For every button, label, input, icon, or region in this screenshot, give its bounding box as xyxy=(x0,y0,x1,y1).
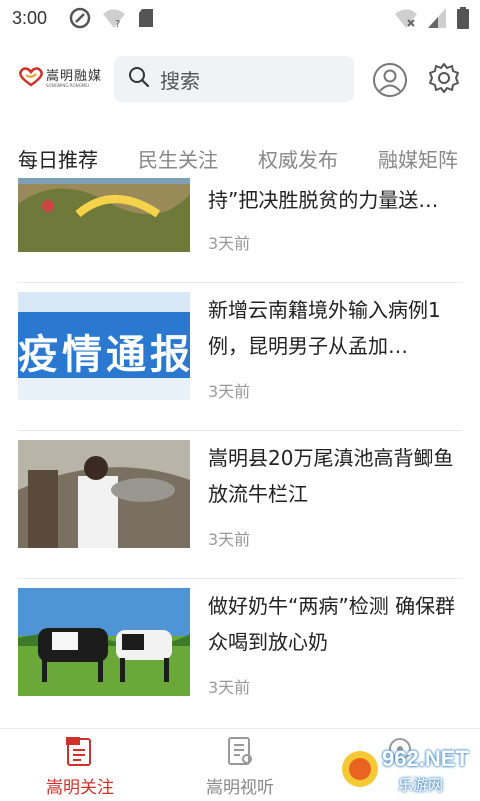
newspaper-icon xyxy=(64,735,96,771)
status-bar: 3:00 ? xyxy=(0,0,480,36)
news-list: 持”把决胜脱贫的力量送… 3天前 疫情通报 新增云南籍境外输入病例1例，昆明男子… xyxy=(0,178,480,726)
category-tabs: 每日推荐 民生关注 权威发布 融媒矩阵 xyxy=(0,138,480,178)
watermark-text: 962.NET xyxy=(382,746,469,771)
news-thumbnail xyxy=(18,178,190,252)
nav-label: 嵩明关注 xyxy=(46,778,114,798)
tab-daily[interactable]: 每日推荐 xyxy=(18,144,98,173)
news-title: 做好奶牛“两病”检测 确保群众喝到放心奶 xyxy=(208,594,456,654)
status-time: 3:00 xyxy=(12,8,48,28)
wifi-unknown-icon: ? xyxy=(102,6,126,34)
watermark-subtext: 乐游网 xyxy=(398,776,444,794)
tab-media-matrix[interactable]: 融媒矩阵 xyxy=(378,144,458,173)
news-title: 嵩明县20万尾滇池高背鲫鱼放流牛栏江 xyxy=(208,446,454,506)
at-sign-icon xyxy=(68,6,92,34)
news-thumbnail xyxy=(18,440,190,548)
document-icon xyxy=(224,735,256,771)
news-time: 3天前 xyxy=(208,678,251,697)
news-title: 持”把决胜脱贫的力量送… xyxy=(208,188,439,212)
nav-songming-focus[interactable]: 嵩明关注 xyxy=(0,729,160,801)
news-time: 3天前 xyxy=(208,234,251,253)
signal-icon xyxy=(426,6,448,34)
tab-official[interactable]: 权威发布 xyxy=(258,144,338,173)
news-thumbnail: 疫情通报 xyxy=(18,292,190,400)
logo-text: 嵩明融媒 xyxy=(46,68,103,84)
search-bar[interactable]: 搜索 xyxy=(114,56,354,102)
news-item[interactable]: 做好奶牛“两病”检测 确保群众喝到放心奶 3天前 xyxy=(18,578,462,726)
search-placeholder: 搜索 xyxy=(160,68,200,93)
thumbnail-caption: 疫情通报 xyxy=(18,331,190,378)
news-title: 新增云南籍境外输入病例1例，昆明男子从孟加… xyxy=(208,298,441,358)
news-item[interactable]: 持”把决胜脱贫的力量送… 3天前 xyxy=(18,178,462,283)
news-item[interactable]: 疫情通报 新增云南籍境外输入病例1例，昆明男子从孟加… 3天前 xyxy=(18,282,462,431)
news-time: 3天前 xyxy=(208,530,251,549)
news-time: 3天前 xyxy=(208,382,251,401)
site-watermark: 962.NET 乐游网 xyxy=(338,742,478,796)
tab-livelihood[interactable]: 民生关注 xyxy=(138,144,218,173)
search-icon xyxy=(114,66,150,92)
nav-label: 嵩明视听 xyxy=(206,778,274,798)
wifi-off-icon xyxy=(394,6,418,34)
nav-songming-av[interactable]: 嵩明视听 xyxy=(160,729,320,801)
gear-icon[interactable] xyxy=(428,62,460,98)
svg-text:?: ? xyxy=(115,19,120,30)
battery-icon xyxy=(456,6,470,34)
user-icon[interactable] xyxy=(372,62,408,102)
news-item[interactable]: 嵩明县20万尾滇池高背鲫鱼放流牛栏江 3天前 xyxy=(18,430,462,579)
app-header: 嵩明融媒 SONGMING RONGMEI 搜索 xyxy=(0,50,480,108)
sd-card-icon xyxy=(136,6,156,34)
news-thumbnail xyxy=(18,588,190,696)
heart-logo-icon xyxy=(18,67,44,91)
app-logo[interactable]: 嵩明融媒 SONGMING RONGMEI xyxy=(18,67,103,91)
